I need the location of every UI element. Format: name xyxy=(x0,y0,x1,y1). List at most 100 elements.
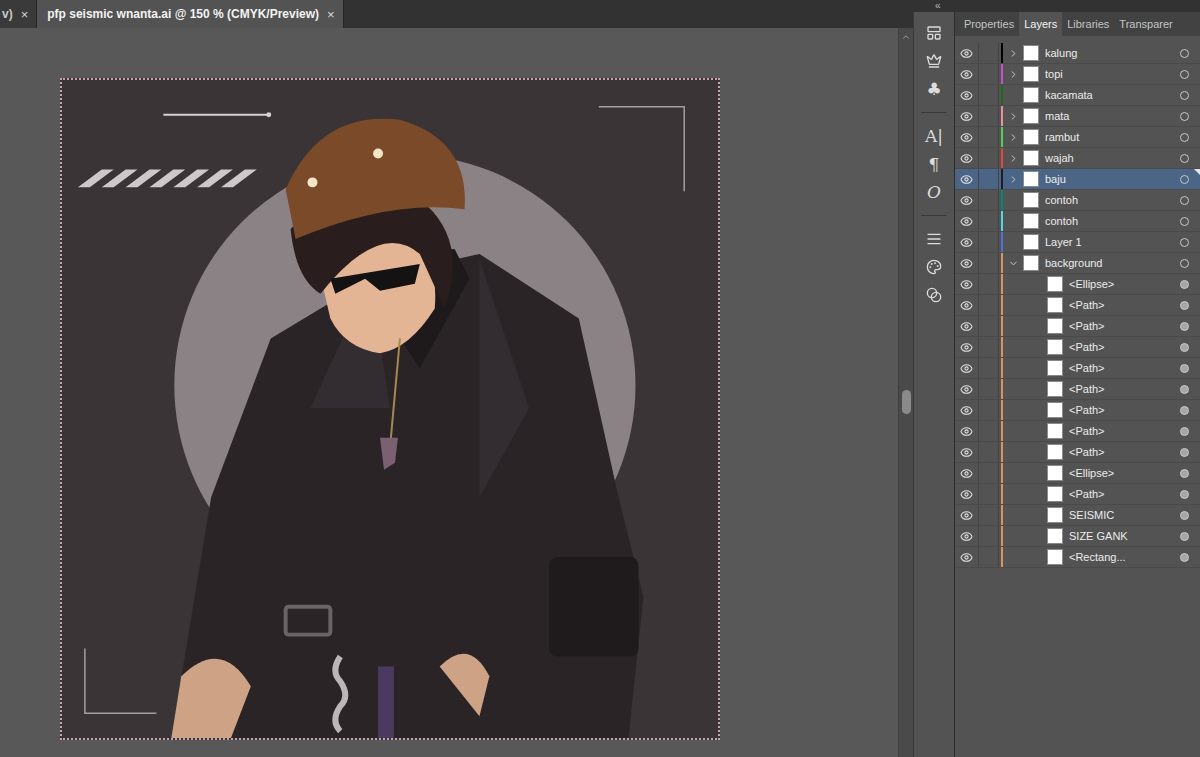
lock-toggle[interactable] xyxy=(979,295,999,315)
close-icon[interactable]: × xyxy=(327,7,335,22)
expand-toggle[interactable] xyxy=(1003,64,1023,84)
target-button[interactable] xyxy=(1174,64,1194,84)
layer-name[interactable]: mata xyxy=(1039,106,1174,126)
layer-row[interactable]: topi xyxy=(955,64,1200,85)
layer-name[interactable]: wajah xyxy=(1039,148,1174,168)
layer-name[interactable]: kacamata xyxy=(1039,85,1174,105)
panel-button[interactable] xyxy=(922,284,946,306)
panel-button[interactable]: A| xyxy=(922,125,946,147)
target-button[interactable] xyxy=(1174,253,1194,273)
visibility-toggle[interactable] xyxy=(955,85,979,105)
layer-row[interactable]: Layer 1 xyxy=(955,232,1200,253)
layer-name[interactable]: <Path> xyxy=(1063,421,1174,441)
lock-toggle[interactable] xyxy=(979,316,999,336)
lock-toggle[interactable] xyxy=(979,148,999,168)
layer-row[interactable]: <Path> xyxy=(955,379,1200,400)
expand-toggle[interactable] xyxy=(1003,253,1023,273)
layer-row[interactable]: contoh xyxy=(955,211,1200,232)
layer-name[interactable]: <Rectang... xyxy=(1063,547,1174,567)
layer-row[interactable]: baju xyxy=(955,169,1200,190)
lock-toggle[interactable] xyxy=(979,64,999,84)
target-button[interactable] xyxy=(1174,526,1194,546)
layer-row[interactable]: <Path> xyxy=(955,442,1200,463)
target-button[interactable] xyxy=(1174,505,1194,525)
target-button[interactable] xyxy=(1174,211,1194,231)
visibility-toggle[interactable] xyxy=(955,463,979,483)
visibility-toggle[interactable] xyxy=(955,400,979,420)
visibility-toggle[interactable] xyxy=(955,505,979,525)
expand-toggle[interactable] xyxy=(1003,127,1023,147)
layer-row[interactable]: <Path> xyxy=(955,484,1200,505)
layer-name[interactable]: kalung xyxy=(1039,43,1174,63)
lock-toggle[interactable] xyxy=(979,442,999,462)
lock-toggle[interactable] xyxy=(979,463,999,483)
expand-toggle[interactable] xyxy=(1003,148,1023,168)
lock-toggle[interactable] xyxy=(979,526,999,546)
expand-toggle[interactable] xyxy=(1003,106,1023,126)
target-button[interactable] xyxy=(1174,106,1194,126)
layer-row[interactable]: wajah xyxy=(955,148,1200,169)
lock-toggle[interactable] xyxy=(979,274,999,294)
visibility-toggle[interactable] xyxy=(955,127,979,147)
layer-row[interactable]: SIZE GANK xyxy=(955,526,1200,547)
expand-toggle[interactable] xyxy=(1003,43,1023,63)
panel-button[interactable] xyxy=(922,22,946,44)
visibility-toggle[interactable] xyxy=(955,379,979,399)
target-button[interactable] xyxy=(1174,148,1194,168)
layer-row[interactable]: kacamata xyxy=(955,85,1200,106)
lock-toggle[interactable] xyxy=(979,358,999,378)
target-button[interactable] xyxy=(1174,316,1194,336)
panel-button[interactable]: ¶ xyxy=(922,153,946,175)
layer-name[interactable]: SEISMIC xyxy=(1063,505,1174,525)
layer-row[interactable]: contoh xyxy=(955,190,1200,211)
scroll-track[interactable] xyxy=(902,46,911,757)
close-icon[interactable]: × xyxy=(21,7,29,22)
panel-tab[interactable]: Properties xyxy=(959,12,1019,36)
layer-name[interactable]: contoh xyxy=(1039,211,1174,231)
lock-toggle[interactable] xyxy=(979,106,999,126)
lock-toggle[interactable] xyxy=(979,85,999,105)
lock-toggle[interactable] xyxy=(979,421,999,441)
visibility-toggle[interactable] xyxy=(955,253,979,273)
lock-toggle[interactable] xyxy=(979,379,999,399)
visibility-toggle[interactable] xyxy=(955,148,979,168)
document-tab[interactable]: pfp seismic wnanta.ai @ 150 % (CMYK/Prev… xyxy=(37,0,343,28)
lock-toggle[interactable] xyxy=(979,337,999,357)
layer-name[interactable]: <Path> xyxy=(1063,337,1174,357)
layer-row[interactable]: kalung xyxy=(955,43,1200,64)
lock-toggle[interactable] xyxy=(979,190,999,210)
visibility-toggle[interactable] xyxy=(955,421,979,441)
panel-tab[interactable]: Transparer xyxy=(1114,12,1177,36)
target-button[interactable] xyxy=(1174,463,1194,483)
target-button[interactable] xyxy=(1174,400,1194,420)
target-button[interactable] xyxy=(1174,85,1194,105)
layer-name[interactable]: <Ellipse> xyxy=(1063,463,1174,483)
target-button[interactable] xyxy=(1174,337,1194,357)
document-tab[interactable]: v)× xyxy=(0,0,37,28)
visibility-toggle[interactable] xyxy=(955,169,979,189)
layer-row[interactable]: <Path> xyxy=(955,421,1200,442)
visibility-toggle[interactable] xyxy=(955,274,979,294)
layer-name[interactable]: <Path> xyxy=(1063,316,1174,336)
target-button[interactable] xyxy=(1174,484,1194,504)
layer-name[interactable]: rambut xyxy=(1039,127,1174,147)
layer-row[interactable]: <Rectang... xyxy=(955,547,1200,568)
artboard[interactable] xyxy=(60,78,720,740)
target-button[interactable] xyxy=(1174,169,1194,189)
visibility-toggle[interactable] xyxy=(955,358,979,378)
layer-row[interactable]: mata xyxy=(955,106,1200,127)
layer-name[interactable]: <Path> xyxy=(1063,295,1174,315)
visibility-toggle[interactable] xyxy=(955,316,979,336)
target-button[interactable] xyxy=(1174,421,1194,441)
layer-row[interactable]: <Path> xyxy=(955,358,1200,379)
layer-row[interactable]: SEISMIC xyxy=(955,505,1200,526)
collapse-button[interactable]: « xyxy=(935,1,941,11)
visibility-toggle[interactable] xyxy=(955,295,979,315)
lock-toggle[interactable] xyxy=(979,43,999,63)
layer-row[interactable]: <Path> xyxy=(955,295,1200,316)
layer-row[interactable]: <Path> xyxy=(955,400,1200,421)
layer-name[interactable]: background xyxy=(1039,253,1174,273)
layer-name[interactable]: contoh xyxy=(1039,190,1174,210)
target-button[interactable] xyxy=(1174,358,1194,378)
layer-row[interactable]: <Path> xyxy=(955,337,1200,358)
